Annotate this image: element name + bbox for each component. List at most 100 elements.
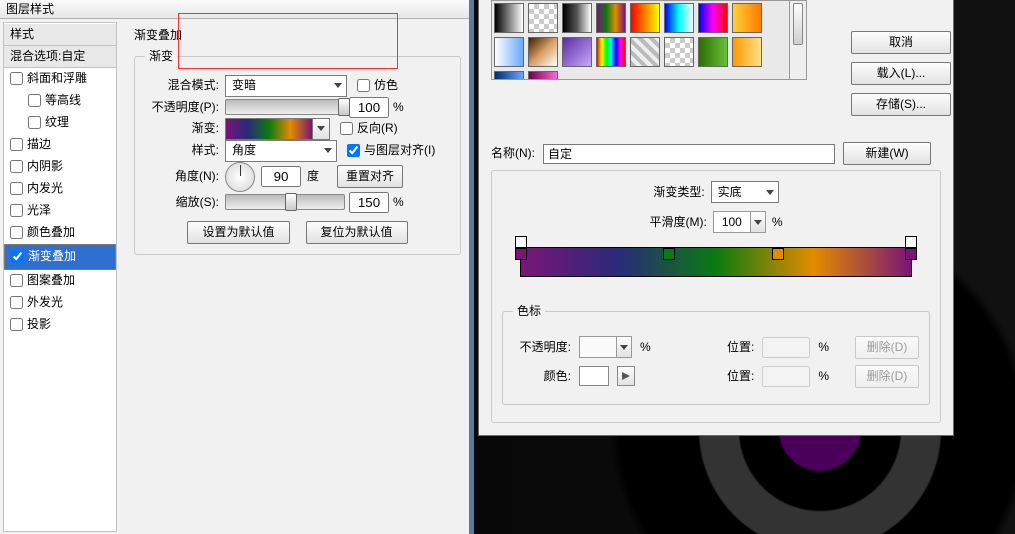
gradient-preset-swatch[interactable] — [494, 3, 524, 33]
opacity-slider[interactable] — [225, 99, 345, 115]
scale-label: 缩放(S): — [145, 194, 219, 211]
gradient-preset-swatch[interactable] — [528, 3, 558, 33]
style-select[interactable]: 角度 — [225, 140, 337, 162]
slider-knob[interactable] — [285, 193, 297, 211]
style-item-checkbox[interactable] — [10, 318, 23, 331]
opacity-input[interactable] — [349, 97, 389, 118]
style-list-item[interactable]: 等高线 — [4, 90, 116, 112]
style-list-header[interactable]: 样式 — [4, 24, 116, 46]
style-list-item[interactable]: 纹理 — [4, 112, 116, 134]
angle-dial[interactable] — [225, 162, 255, 192]
gradient-bar[interactable] — [520, 247, 912, 277]
opacity-stop[interactable] — [905, 236, 917, 248]
style-list-item[interactable]: 渐变叠加 — [4, 244, 116, 270]
style-list-item[interactable]: 图案叠加 — [4, 270, 116, 292]
pane-title: 渐变叠加 — [134, 27, 461, 44]
gradient-preset-swatch[interactable] — [528, 37, 558, 67]
style-item-checkbox[interactable] — [10, 182, 23, 195]
style-item-checkbox[interactable] — [10, 204, 23, 217]
style-item-checkbox[interactable] — [10, 226, 23, 239]
stop-color-well[interactable] — [579, 366, 609, 386]
name-input[interactable] — [543, 144, 835, 164]
gradient-preset-swatch[interactable] — [494, 37, 524, 67]
smoothness-spinner[interactable] — [713, 211, 766, 233]
gradient-preset-swatch[interactable] — [596, 3, 626, 33]
style-item-checkbox[interactable] — [10, 72, 23, 85]
blend-mode-select[interactable]: 变暗 — [225, 75, 347, 97]
style-item-checkbox[interactable] — [10, 160, 23, 173]
style-label: 样式: — [145, 142, 219, 159]
layer-style-titlebar[interactable]: 图层样式 — [0, 0, 469, 19]
style-item-checkbox[interactable] — [28, 94, 41, 107]
gradient-preset-swatch[interactable] — [664, 3, 694, 33]
gradient-picker[interactable] — [225, 118, 330, 140]
gradient-preset-swatch[interactable] — [732, 3, 762, 33]
opacity-stop[interactable] — [515, 236, 527, 248]
angle-input[interactable] — [261, 166, 301, 187]
scale-input[interactable] — [349, 192, 389, 213]
style-list-item[interactable]: 内阴影 — [4, 156, 116, 178]
style-list-item[interactable]: 内发光 — [4, 178, 116, 200]
style-item-checkbox[interactable] — [28, 116, 41, 129]
percent-label: % — [818, 339, 829, 356]
style-item-checkbox[interactable] — [10, 274, 23, 287]
degree-label: 度 — [307, 168, 319, 185]
align-checkbox[interactable]: 与图层对齐(I) — [347, 142, 435, 159]
style-item-label: 图案叠加 — [27, 272, 75, 289]
new-button[interactable]: 新建(W) — [843, 142, 931, 165]
type-select[interactable]: 实底 — [711, 181, 779, 203]
gradient-preset-swatch[interactable] — [596, 37, 626, 67]
color-stop[interactable] — [905, 248, 917, 260]
scale-slider[interactable] — [225, 194, 345, 210]
dither-checkbox-input[interactable] — [357, 79, 370, 92]
gradient-dropdown-button[interactable] — [312, 119, 329, 139]
blend-options-item[interactable]: 混合选项:自定 — [4, 46, 116, 68]
style-item-checkbox[interactable] — [10, 296, 23, 309]
style-list-item[interactable]: 光泽 — [4, 200, 116, 222]
gradient-preset-swatch[interactable] — [664, 37, 694, 67]
align-checkbox-input[interactable] — [347, 144, 360, 157]
style-list-item[interactable]: 描边 — [4, 134, 116, 156]
color-stops-group: 色标 不透明度: % 位置: — [502, 303, 930, 405]
gradient-preset-swatch[interactable] — [494, 71, 524, 80]
gradient-editor-dialog: 取消 载入(L)... 存储(S)... 名称(N): 新建(W) 渐变类型: — [478, 0, 954, 436]
slider-knob[interactable] — [338, 98, 350, 116]
cancel-button[interactable]: 取消 — [851, 31, 951, 54]
stop-color-menu-button[interactable] — [617, 366, 635, 386]
dither-checkbox[interactable]: 仿色 — [357, 77, 398, 94]
opacity-label: 不透明度(P): — [145, 99, 219, 116]
style-item-checkbox[interactable] — [10, 138, 23, 151]
style-item-label: 颜色叠加 — [27, 224, 75, 241]
presets-scrollbar[interactable] — [789, 1, 806, 79]
chevron-down-icon[interactable] — [750, 212, 765, 232]
gradient-preset-swatch[interactable] — [630, 37, 660, 67]
load-button[interactable]: 载入(L)... — [851, 62, 951, 85]
make-default-button[interactable]: 设置为默认值 — [187, 221, 289, 244]
color-stop[interactable] — [663, 248, 675, 260]
save-button[interactable]: 存储(S)... — [851, 93, 951, 116]
color-stop[interactable] — [515, 248, 527, 260]
gradient-preset-swatch[interactable] — [528, 71, 558, 80]
style-list-item[interactable]: 外发光 — [4, 292, 116, 314]
reset-align-button[interactable]: 重置对齐 — [337, 165, 403, 188]
style-item-checkbox[interactable] — [11, 250, 24, 263]
reverse-checkbox[interactable]: 反向(R) — [340, 120, 398, 137]
gradient-preset-swatch[interactable] — [562, 3, 592, 33]
reverse-label: 反向(R) — [357, 120, 398, 137]
style-list-item[interactable]: 投影 — [4, 314, 116, 336]
style-list-item[interactable]: 颜色叠加 — [4, 222, 116, 244]
gradient-preset-swatch[interactable] — [562, 37, 592, 67]
reverse-checkbox-input[interactable] — [340, 122, 353, 135]
reset-default-button[interactable]: 复位为默认值 — [306, 221, 408, 244]
color-stop[interactable] — [772, 248, 784, 260]
gradient-preset-swatch[interactable] — [732, 37, 762, 67]
play-icon — [622, 372, 630, 380]
gradient-preset-swatch[interactable] — [698, 37, 728, 67]
type-value: 实底 — [718, 184, 742, 201]
gradient-preset-swatch[interactable] — [630, 3, 660, 33]
smoothness-input[interactable] — [714, 212, 750, 232]
stop-opacity-spinner[interactable] — [579, 336, 632, 358]
style-list-item[interactable]: 斜面和浮雕 — [4, 68, 116, 90]
layer-style-dialog: 图层样式 样式 混合选项:自定 斜面和浮雕等高线纹理描边内阴影内发光光泽颜色叠加… — [0, 0, 474, 534]
gradient-preset-swatch[interactable] — [698, 3, 728, 33]
